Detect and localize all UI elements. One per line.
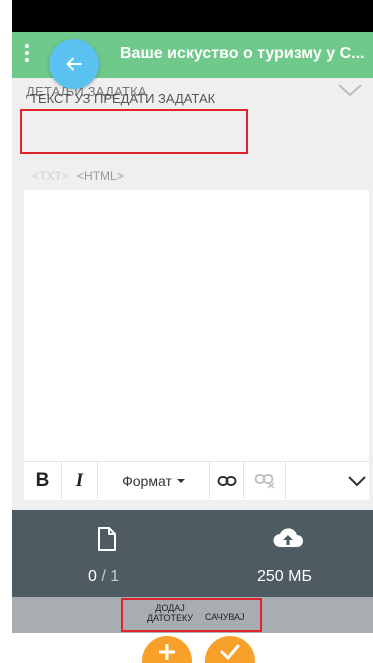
editor-mode-switch: <TXT> <HTML> [32,169,129,183]
add-file-fab[interactable] [142,636,192,663]
link-button[interactable] [210,462,244,499]
file-count-max: 1 [110,568,120,585]
mode-txt-toggle[interactable]: <TXT> [32,169,69,183]
plus-icon [159,644,175,660]
file-icon [98,527,116,551]
link-icon [217,475,236,486]
more-vertical-icon[interactable] [24,44,30,66]
highlight-box [20,109,248,154]
app-screen: Ваше искуство о туризму у С... ДЕТАЉИ ЗА… [12,0,373,663]
add-file-button[interactable]: ДОДАЈ ДАТОТЕКУ [135,603,205,623]
task-details-section: ДЕТАЉИ ЗАДАТКА ТЕКСТ УЗ ПРЕДАТИ ЗАДАТАК … [12,78,373,510]
back-button[interactable] [49,39,99,89]
add-file-label-line1: ДОДАЈ [155,603,185,613]
unlink-icon [254,473,274,489]
check-icon [220,644,240,660]
save-button[interactable]: САЧУВАЈ [205,612,245,622]
add-file-label-line2: ДАТОТЕКУ [146,613,194,623]
chevron-down-icon[interactable] [337,82,363,103]
format-dropdown[interactable]: Формат [98,462,210,499]
chevron-down-icon [347,475,366,486]
file-count: 0 / 1 [88,568,119,586]
save-fab[interactable] [205,636,255,663]
unlink-button[interactable] [244,462,286,499]
caret-down-icon [176,478,185,483]
arrow-left-icon [66,57,82,71]
text-editor[interactable]: B I Формат [24,190,369,500]
highlight-box: ДОДАЈ ДАТОТЕКУ САЧУВАЈ [121,598,262,632]
page-title: Ваше искуство о туризму у С... [120,45,365,62]
file-count-current: 0 [88,568,97,585]
field-label: ТЕКСТ УЗ ПРЕДАТИ ЗАДАТАК [30,91,216,106]
storage-limit: 250 МБ [257,568,312,585]
mode-html-toggle[interactable]: <HTML> [77,169,124,183]
attachments-panel: 0 / 1 250 МБ [12,510,373,597]
bold-button[interactable]: B [24,462,62,499]
file-count-separator: / [101,568,111,585]
italic-button[interactable]: I [62,462,98,499]
editor-toolbar: B I Формат [24,461,369,499]
status-bar [12,0,373,32]
format-label: Формат [122,472,172,489]
action-bar: ДОДАЈ ДАТОТЕКУ САЧУВАЈ [12,597,373,633]
toolbar-more-button[interactable] [344,462,369,499]
cloud-upload-icon [273,528,303,547]
